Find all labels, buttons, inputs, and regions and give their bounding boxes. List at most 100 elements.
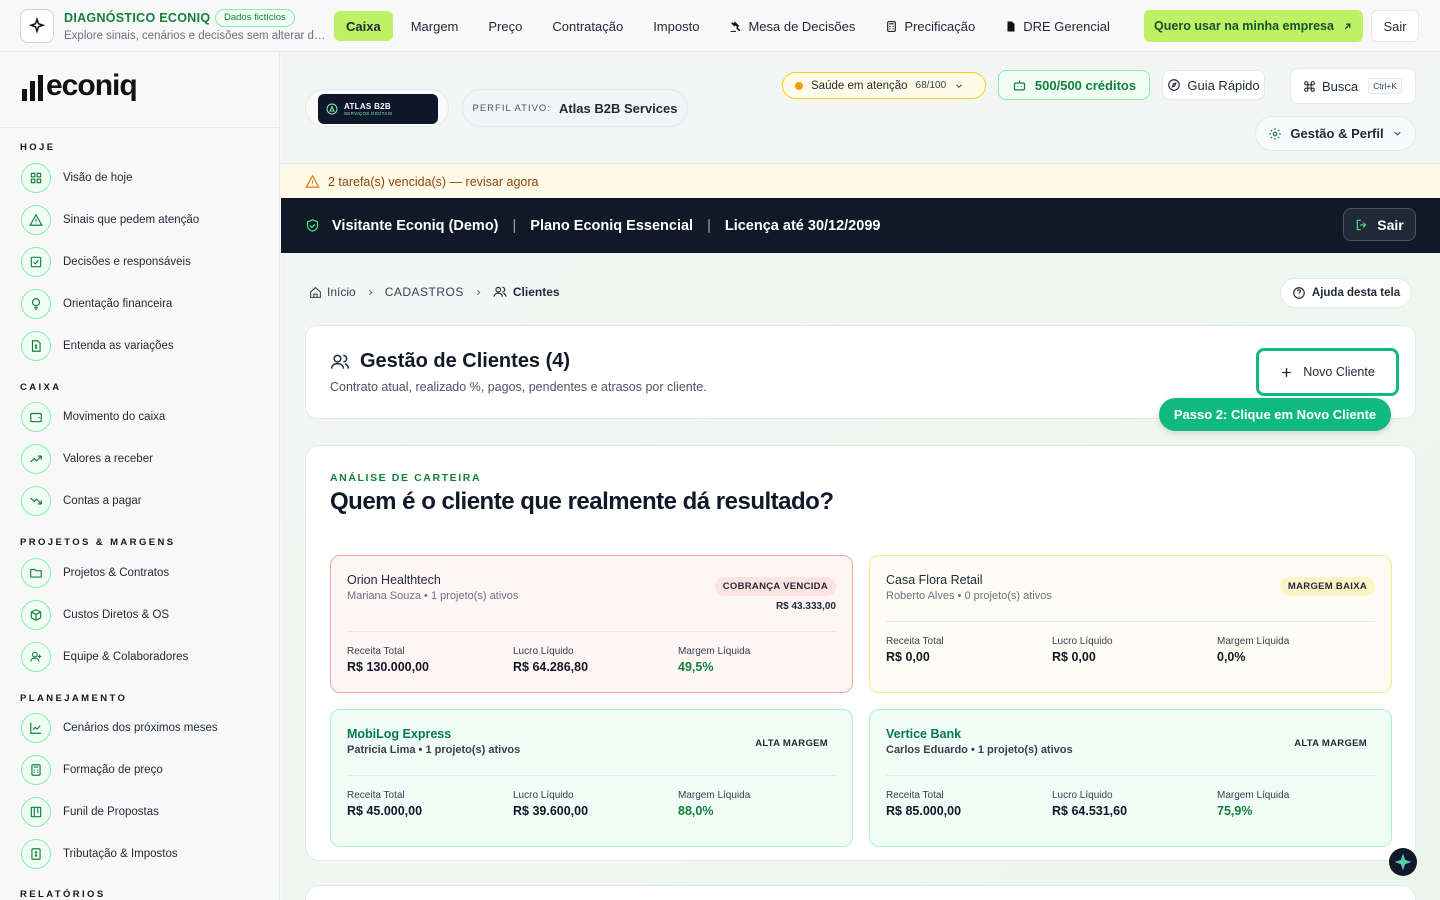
active-profile[interactable]: PERFIL ATIVO: Atlas B2B Services — [462, 89, 688, 127]
search-button[interactable]: Busca Ctrl+K — [1290, 68, 1416, 104]
card-divider — [886, 621, 1375, 622]
metric-revenue: Receita Total R$ 45.000,00 — [347, 790, 423, 818]
license-validity: Licença até 30/12/2099 — [724, 217, 881, 234]
client-meta: Patricia Lima • 1 projeto(s) ativos — [347, 744, 521, 756]
sidebar-item-projetos[interactable]: Projetos & Contratos — [21, 558, 169, 588]
breadcrumb-current: Clientes — [493, 285, 560, 299]
diagnostic-subtitle: Explore sinais, cenários e decisões sem … — [64, 30, 326, 42]
metric-revenue: Receita Total R$ 130.000,00 — [347, 646, 430, 674]
sidebar-item-funil[interactable]: Funil de Propostas — [21, 797, 159, 827]
check-square-icon — [21, 247, 51, 277]
receipt-dollar-icon — [21, 839, 51, 869]
nav-mesa-decisoes[interactable]: Mesa de Decisões — [717, 11, 867, 41]
nav-precificacao[interactable]: Precificação — [873, 11, 987, 41]
calculator-icon — [21, 755, 51, 785]
gear-icon — [1268, 127, 1282, 141]
page-title: Gestão de Clientes (4) — [330, 350, 570, 373]
warning-icon — [305, 174, 320, 189]
client-card-vertice[interactable]: Vertice Bank Carlos Eduardo • 1 projeto(… — [869, 709, 1392, 847]
client-card-mobilog[interactable]: MobiLog Express Patricia Lima • 1 projet… — [330, 709, 853, 847]
sparkle-icon[interactable] — [20, 9, 54, 43]
client-card-orion[interactable]: Orion Healthtech Mariana Souza • 1 proje… — [330, 555, 853, 693]
command-icon — [1303, 80, 1316, 93]
line-chart-icon — [21, 713, 51, 743]
page-subtitle: Contrato atual, realizado %, pagos, pend… — [330, 380, 707, 394]
quick-guide-button[interactable]: Guia Rápido — [1162, 70, 1265, 100]
sidebar-item-orientacao[interactable]: Orientação financeira — [21, 289, 172, 319]
sidebar-item-custos[interactable]: Custos Diretos & OS — [21, 600, 169, 630]
sidebar-item-visao-hoje[interactable]: Visão de hoje — [21, 163, 132, 193]
client-card-casa-flora[interactable]: Casa Flora Retail Roberto Alves • 0 proj… — [869, 555, 1392, 693]
help-circle-icon — [1292, 286, 1306, 300]
users-icon — [493, 285, 507, 299]
atlas-logo: ATLAS B2B SERVIÇOS DIGITAIS — [318, 94, 438, 124]
company-logo-pill[interactable]: ATLAS B2B SERVIÇOS DIGITAIS — [305, 89, 449, 127]
trending-down-icon — [21, 486, 51, 516]
metric-profit: Lucro Líquido R$ 0,00 — [1052, 636, 1113, 664]
ai-assistant-button[interactable] — [1389, 848, 1417, 876]
package-icon — [21, 600, 51, 630]
grid-icon — [21, 163, 51, 193]
help-button[interactable]: Ajuda desta tela — [1280, 278, 1412, 308]
nav-preco[interactable]: Preço — [476, 11, 534, 41]
management-profile-dropdown[interactable]: Gestão & Perfil — [1255, 116, 1416, 151]
econiq-logo[interactable]: econiq — [22, 71, 138, 101]
nav-margem[interactable]: Margem — [399, 11, 471, 41]
sidebar-item-formacao-preco[interactable]: Formação de preço — [21, 755, 163, 785]
sidebar-item-variacoes[interactable]: Entenda as variações — [21, 331, 174, 361]
use-in-company-button[interactable]: Quero usar na minha empresa — [1144, 10, 1363, 42]
shield-check-icon — [305, 218, 320, 233]
status-badge: MARGEM BAIXA — [1279, 577, 1375, 596]
metric-profit: Lucro Líquido R$ 64.286,80 — [513, 646, 589, 674]
visitor-name: Visitante Econiq (Demo) — [332, 217, 499, 234]
breadcrumb: Início CADASTROS Clientes — [309, 285, 560, 299]
breadcrumb-home[interactable]: Início — [309, 285, 356, 299]
overdue-tasks-alert[interactable]: 2 tarefa(s) vencida(s) — revisar agora — [281, 165, 1440, 198]
status-badge: ALTA MARGEM — [1294, 738, 1367, 749]
card-divider — [886, 775, 1375, 776]
robot-icon — [1012, 78, 1027, 93]
sidebar-item-movimento[interactable]: Movimento do caixa — [21, 402, 165, 432]
nav-caixa[interactable]: Caixa — [334, 11, 393, 41]
sidebar: econiq HOJE Visão de hoje Sinais que ped… — [0, 53, 280, 900]
portfolio-analysis-card: ANÁLISE DE CARTEIRA Quem é o cliente que… — [305, 445, 1416, 861]
analysis-title: Quem é o cliente que realmente dá result… — [330, 488, 834, 515]
plus-icon — [1280, 366, 1293, 379]
wallet-icon — [21, 402, 51, 432]
credits-button[interactable]: 500/500 créditos — [998, 70, 1150, 100]
kanban-icon — [21, 797, 51, 827]
section-title-caixa: CAIXA — [20, 382, 62, 393]
sidebar-item-pagar[interactable]: Contas a pagar — [21, 486, 142, 516]
sparkle-icon — [1394, 853, 1412, 871]
main-content: Início CADASTROS Clientes Ajuda desta te… — [281, 253, 1440, 900]
sidebar-item-equipe[interactable]: Equipe & Colaboradores — [21, 642, 188, 672]
metric-revenue: Receita Total R$ 0,00 — [886, 636, 944, 664]
file-icon — [1005, 20, 1017, 33]
sidebar-item-cenarios[interactable]: Cenários dos próximos meses — [21, 713, 218, 743]
search-shortcut: Ctrl+K — [1368, 78, 1402, 94]
status-dot — [795, 81, 803, 90]
nav-imposto[interactable]: Imposto — [641, 11, 711, 41]
new-client-button[interactable]: Novo Cliente — [1256, 348, 1399, 396]
gavel-icon — [729, 20, 742, 33]
plan-name: Plano Econiq Essencial — [530, 217, 694, 234]
metric-profit: Lucro Líquido R$ 64.531,60 — [1052, 790, 1128, 818]
logout-icon — [1355, 218, 1369, 232]
sidebar-item-decisoes[interactable]: Decisões e responsáveis — [21, 247, 191, 277]
health-status-dropdown[interactable]: Saúde em atenção 68/100 — [782, 72, 986, 99]
top-exit-button[interactable]: Sair — [1371, 10, 1419, 42]
logout-button[interactable]: Sair — [1343, 208, 1416, 241]
license-bar: Visitante Econiq (Demo) | Plano Econiq E… — [281, 198, 1440, 253]
logo-bars-icon — [22, 73, 43, 101]
sidebar-item-receber[interactable]: Valores a receber — [21, 444, 153, 474]
sidebar-item-sinais[interactable]: Sinais que pedem atenção — [21, 205, 199, 235]
home-icon — [309, 286, 322, 299]
nav-dre-gerencial[interactable]: DRE Gerencial — [993, 11, 1122, 41]
nav-contratacao[interactable]: Contratação — [540, 11, 635, 41]
sidebar-item-tributacao[interactable]: Tributação & Impostos — [21, 839, 178, 869]
breadcrumb-cadastros[interactable]: CADASTROS — [385, 285, 464, 299]
tour-tooltip[interactable]: Passo 2: Clique em Novo Cliente — [1159, 398, 1391, 431]
users-icon — [330, 352, 350, 372]
warning-icon — [21, 205, 51, 235]
document-dollar-icon — [21, 331, 51, 361]
